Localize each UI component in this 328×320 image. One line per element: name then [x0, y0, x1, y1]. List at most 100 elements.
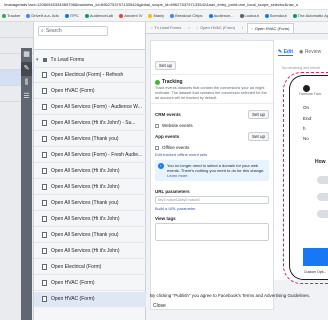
ad-list-item[interactable]: Open All Services (Thank you) [34, 196, 146, 211]
ad-page-icon [42, 72, 47, 78]
folder-icon [42, 58, 47, 62]
editor-tab[interactable]: ▫ Tx Lead Forms [148, 23, 184, 32]
bookmark-favicon-icon [64, 13, 69, 18]
ad-list-item-label: Open All Services (Hi it's John) [51, 168, 120, 174]
review-tab[interactable]: ◉ Review [299, 49, 321, 55]
learn-more-link[interactable]: Learn more [167, 173, 266, 178]
editor-rail: ▦ ✎ ⫼ ☰ [21, 48, 32, 320]
editor-tab-label: Open HVAC (Form) [200, 25, 235, 30]
ad-page-icon [42, 248, 47, 254]
url-params-label: URL parameters [155, 189, 190, 194]
crm-events-row: CRM events Set up [151, 108, 273, 121]
offline-events-checkbox[interactable] [155, 145, 159, 150]
bookmark-favicon-icon [208, 13, 213, 18]
ad-page-icon [42, 136, 47, 142]
ad-list-item[interactable]: Open All Services (Thank you) [34, 228, 146, 243]
setup-button[interactable]: Set up [155, 61, 177, 70]
bookmark-label: Breakout Chips [175, 13, 203, 18]
ad-list-item-label: Open All Services (Form) - Fresh Audie..… [51, 152, 143, 158]
ad-list-item-label: Open All Services (Hi it's John) [51, 184, 120, 190]
ad-list-item-label: Open HVAC (Form) [51, 296, 95, 302]
eye-icon: ◉ [299, 49, 304, 55]
tab-type-icon: ▫ [251, 25, 253, 31]
offline-events-row[interactable]: Offline events [151, 143, 273, 152]
edit-offline-link[interactable]: Edit tracked offline event sets [155, 152, 207, 157]
ad-list-item[interactable]: Open All Services (Hi it's John) [34, 164, 146, 179]
ad-list-item[interactable]: Open HVAC (Form) [34, 292, 146, 307]
editor-tab-label: Tx Lead Forms [154, 25, 182, 30]
bookmark-item[interactable]: Ancient IV [119, 13, 142, 18]
bookmark-label: DriveIt a.a- Ads [31, 13, 59, 18]
search-input[interactable]: ⌕ Search [38, 26, 108, 36]
ad-page-icon [42, 216, 47, 222]
bookmark-favicon-icon [119, 13, 124, 18]
bookmark-item[interactable]: Audience... [208, 13, 234, 18]
review-tab-label: Review [304, 49, 322, 55]
url-params-input[interactable]: key1=value1&key2=value2 [155, 196, 269, 204]
ad-list-item-label: Open All Services (Hi it's John!) - Su..… [51, 120, 136, 126]
grid-icon[interactable]: ▦ [21, 48, 32, 62]
bookmark-item[interactable]: Tracker [2, 13, 20, 18]
bookmark-favicon-icon [148, 13, 153, 18]
bookmark-item[interactable]: AudienceLab [84, 13, 113, 18]
tab-type-icon: ▫ [151, 25, 153, 30]
ad-list-item[interactable]: Open HVAC (Form) [34, 276, 146, 291]
close-button[interactable]: Close [153, 303, 166, 309]
ad-list-item[interactable]: Open All Services (Hi it's John) [34, 180, 146, 195]
ad-list-item[interactable]: Open All Services (Thank you) [34, 132, 146, 147]
chevron-right-icon: › [241, 25, 244, 30]
crm-setup-button[interactable]: Set up [247, 110, 269, 119]
tool-row[interactable] [0, 22, 33, 38]
campaign-group[interactable]: ▾ Tx Lead Forms [34, 53, 146, 68]
editor-tabs: ▫ Tx Lead Forms › ▫ Open HVAC (Form) › ▫ Open H… [146, 22, 328, 34]
bookmark-item[interactable]: DriveIt a.a- Ads [26, 13, 59, 18]
bookmark-item[interactable]: Lookout [239, 13, 259, 18]
list-icon[interactable]: ☰ [21, 90, 32, 104]
bookmark-label: Lookout [244, 13, 259, 18]
tracking-description: Track events datasets that contain the c… [155, 86, 267, 100]
ad-page-icon [42, 264, 47, 270]
bookmark-item[interactable]: ITPC [64, 13, 79, 18]
bookmark-favicon-icon [264, 13, 269, 18]
view-tags-input[interactable] [155, 223, 269, 241]
bookmark-item[interactable]: Manly [148, 13, 164, 18]
bookmark-label: Audience... [213, 13, 234, 18]
ad-list-item[interactable]: Open All Services (Hi it's John) [34, 212, 146, 227]
ad-list-item[interactable]: Open All Services (Form) - Audience W... [34, 100, 146, 115]
build-url-link[interactable]: Build a URL parameter [155, 206, 196, 211]
address-bar[interactable]: /manage/ads?act=12060945334989798&busine… [0, 0, 328, 10]
ad-page-icon [42, 120, 47, 126]
bookmark-label: Scendout [269, 13, 287, 18]
bookmark-favicon-icon [170, 13, 175, 18]
bookmark-item[interactable]: Scendout [264, 13, 287, 18]
columns-icon[interactable]: ⫼ [21, 76, 32, 90]
bookmark-item[interactable]: Breakout Chips [170, 13, 203, 18]
crm-label: CRM events [155, 112, 181, 117]
website-events-row[interactable]: Website events [151, 121, 273, 130]
ad-list-item[interactable]: Open Electrical (Form) - Refresh [34, 68, 146, 83]
ad-list-item[interactable]: Open All Services (Hi it's John!) - Su..… [34, 116, 146, 131]
ad-list-item[interactable]: Open All Services (Form) - Fresh Audie..… [34, 148, 146, 163]
chevron-right-icon: › [188, 25, 190, 30]
ad-list-item[interactable]: Open HVAC (Form) [34, 84, 146, 99]
preview-status: No rendering and rebuilt [282, 66, 320, 70]
app-events-setup-button[interactable]: Set up [247, 132, 269, 141]
tracking-section: Tracking Track events datasets that cont… [151, 75, 273, 104]
editor-tab[interactable]: ▫ Open HVAC (Form) [194, 23, 238, 32]
ad-list-item-label: Open All Services (Thank you) [51, 232, 119, 238]
ad-list-item[interactable]: Open All Services (Hi it's John) [34, 244, 146, 259]
editor-tab[interactable]: ▫ Open HVAC (Form) [247, 22, 294, 33]
website-events-checkbox[interactable] [155, 123, 159, 128]
search-placeholder: Search [45, 28, 62, 34]
ad-list-item[interactable]: Open Electrical (Form) [34, 260, 146, 275]
pencil-icon[interactable]: ✎ [21, 62, 32, 76]
bookmark-item[interactable]: The Automatic App... [292, 13, 328, 18]
notice-text: You no longer need to select a domain fo… [167, 163, 265, 173]
edit-tab[interactable]: ✎ Edit [278, 48, 294, 56]
editor-tab-label: Open HVAC (Form) [254, 25, 290, 31]
info-icon: i [158, 163, 164, 169]
ad-page-icon [42, 280, 47, 286]
ad-list-item-label: Open HVAC (Form) [51, 88, 95, 94]
edit-tab-label: Edit [283, 48, 294, 55]
bookmark-favicon-icon [26, 13, 31, 18]
